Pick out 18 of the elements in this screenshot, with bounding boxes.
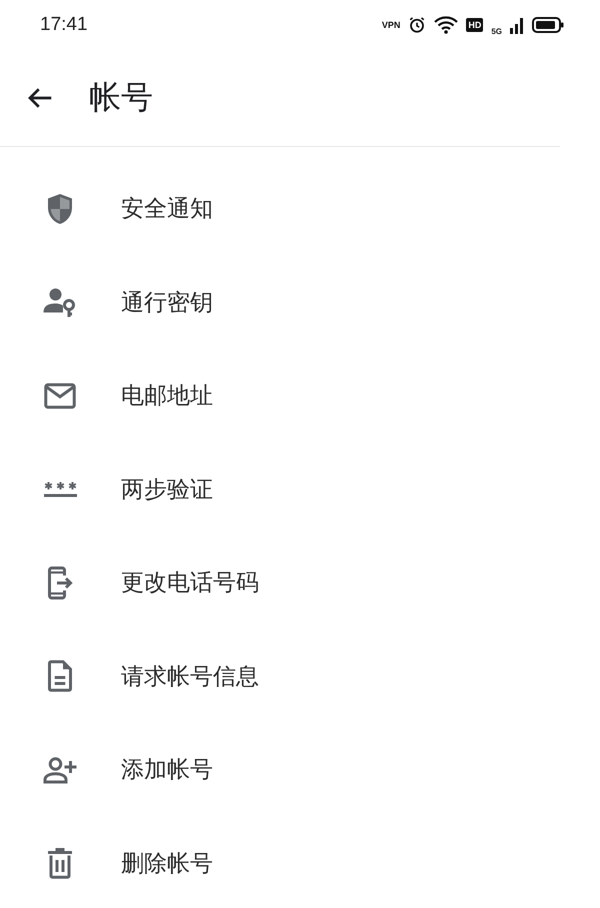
battery-icon <box>532 16 564 34</box>
alarm-icon <box>408 16 426 34</box>
menu-item[interactable]: 电邮地址 <box>0 349 600 442</box>
menu-item[interactable]: 安全通知 <box>0 162 600 256</box>
wifi-icon <box>434 16 458 34</box>
signal-icon <box>510 16 524 34</box>
menu-item[interactable]: 请求帐号信息 <box>0 630 600 723</box>
hd-badge: HD <box>466 18 484 32</box>
password-icon <box>44 482 76 497</box>
menu-item[interactable]: 删除帐号 <box>0 816 600 908</box>
menu-item[interactable]: 更改电话号码 <box>0 536 600 630</box>
network-type: 5G <box>491 26 502 36</box>
status-time: 17:41 <box>40 14 88 36</box>
menu-item[interactable]: 添加帐号 <box>0 723 600 816</box>
page-title: 帐号 <box>89 77 153 118</box>
menu-item[interactable]: 两步验证 <box>0 442 600 536</box>
menu-item[interactable]: 通行密钥 <box>0 256 600 349</box>
vpn-indicator: VPN <box>382 20 400 30</box>
